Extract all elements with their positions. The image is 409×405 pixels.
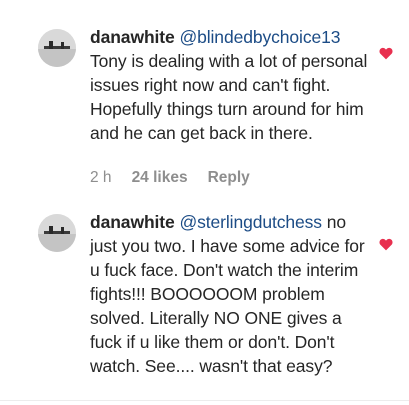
- avatar[interactable]: [38, 29, 76, 67]
- mention-link[interactable]: @sterlingdutchess: [179, 212, 322, 232]
- comment-meta: 2 h 24 likes Reply: [90, 169, 250, 187]
- username[interactable]: danawhite: [90, 212, 175, 232]
- avatar-image: [38, 214, 76, 252]
- likes-count[interactable]: 24 likes: [132, 169, 188, 187]
- heart-icon: [379, 47, 393, 60]
- avatar-image: [38, 29, 76, 67]
- like-button[interactable]: [379, 238, 393, 251]
- timestamp: 2 h: [90, 169, 112, 186]
- heart-icon: [379, 238, 393, 251]
- comment-text: danawhite @sterlingdutchess no just you …: [90, 210, 372, 378]
- comment-body: Tony is dealing with a lot of personal i…: [90, 51, 368, 143]
- username[interactable]: danawhite: [90, 27, 175, 47]
- comment-body: no just you two. I have some advice for …: [90, 212, 365, 376]
- mention-link[interactable]: @blindedbychoice13: [179, 27, 340, 47]
- divider: [0, 400, 409, 401]
- comment-text: danawhite @blindedbychoice13 Tony is dea…: [90, 25, 372, 145]
- like-button[interactable]: [379, 47, 393, 60]
- reply-button[interactable]: Reply: [208, 169, 250, 187]
- avatar[interactable]: [38, 214, 76, 252]
